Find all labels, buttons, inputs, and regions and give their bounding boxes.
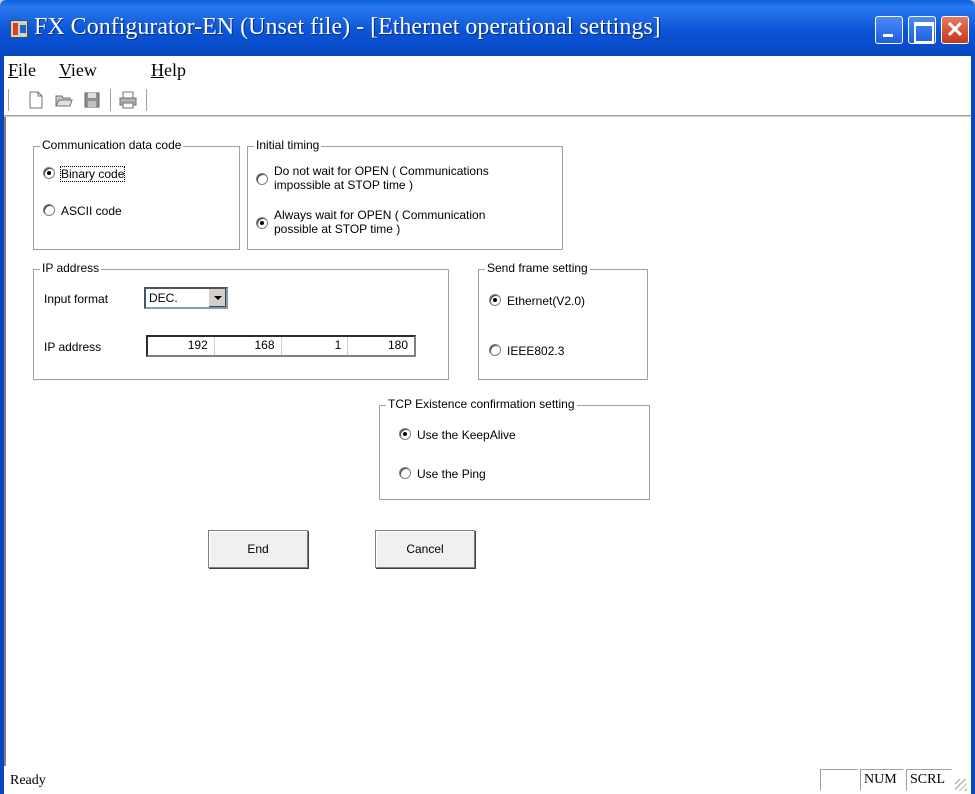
- menu-help[interactable]: Help: [151, 60, 186, 81]
- scroll-lock-indicator: SCRL: [906, 769, 952, 791]
- radio-button-icon: [43, 167, 55, 179]
- new-file-icon[interactable]: [26, 90, 46, 110]
- ieee8023-radio[interactable]: IEEE802.3: [489, 344, 564, 358]
- ip-octet-2[interactable]: 168: [215, 337, 282, 355]
- menu-help-mnemonic: H: [151, 60, 164, 80]
- num-lock-indicator: NUM: [860, 769, 904, 791]
- menu-file[interactable]: File: [8, 60, 36, 81]
- ethernet-v2-label: Ethernet(V2.0): [507, 294, 586, 308]
- resize-grip-icon[interactable]: [955, 779, 967, 791]
- status-text: Ready: [10, 773, 46, 788]
- open-folder-icon[interactable]: [54, 90, 74, 110]
- radio-button-icon: [256, 173, 268, 185]
- tcp-existence-label: TCP Existence confirmation setting: [386, 397, 577, 411]
- app-icon[interactable]: [10, 20, 28, 38]
- print-icon[interactable]: [118, 90, 138, 110]
- ip-address-group: IP address Input format DEC. IP address …: [33, 261, 449, 380]
- use-keepalive-radio[interactable]: Use the KeepAlive: [399, 428, 516, 442]
- ascii-code-radio[interactable]: ASCII code: [43, 204, 122, 218]
- do-not-wait-line-2: impossible at STOP time ): [274, 178, 413, 192]
- ip-octet-4[interactable]: 180: [348, 337, 414, 355]
- always-wait-for-open-radio[interactable]: Always wait for OPEN ( Communication pos…: [256, 208, 485, 236]
- ascii-code-label: ASCII code: [61, 204, 122, 218]
- communication-data-code-group: Communication data code Binary code ASCI…: [33, 138, 240, 250]
- always-wait-line-2: possible at STOP time ): [274, 222, 401, 236]
- toolbar: [4, 84, 971, 116]
- end-button[interactable]: End: [208, 530, 308, 568]
- ip-address-field[interactable]: 192 168 1 180: [146, 335, 416, 357]
- radio-button-icon: [489, 344, 501, 356]
- send-frame-setting-group: Send frame setting Ethernet(V2.0) IEEE80…: [478, 261, 648, 380]
- ip-octet-1[interactable]: 192: [148, 337, 215, 355]
- do-not-wait-line-1: Do not wait for OPEN ( Communications: [274, 164, 489, 178]
- binary-code-label: Binary code: [59, 166, 126, 182]
- do-not-wait-for-open-radio[interactable]: Do not wait for OPEN ( Communications im…: [256, 164, 489, 192]
- binary-code-radio[interactable]: Binary code: [43, 166, 126, 182]
- cancel-button[interactable]: Cancel: [375, 530, 475, 568]
- settings-panel: Communication data code Binary code ASCI…: [4, 117, 971, 766]
- minimize-button[interactable]: [875, 16, 903, 44]
- close-button[interactable]: ✕: [941, 16, 969, 44]
- ethernet-v2-radio[interactable]: Ethernet(V2.0): [489, 294, 585, 308]
- status-bar: Ready NUM SCRL: [4, 766, 971, 794]
- radio-button-icon: [399, 428, 411, 440]
- menu-view[interactable]: View: [59, 60, 97, 81]
- use-ping-label: Use the Ping: [417, 467, 486, 481]
- menu-bar: File View Help: [4, 56, 971, 84]
- communication-data-code-label: Communication data code: [40, 138, 184, 152]
- use-ping-radio[interactable]: Use the Ping: [399, 467, 486, 481]
- menu-view-label: iew: [70, 60, 97, 80]
- menu-file-mnemonic: F: [8, 60, 19, 80]
- input-format-select[interactable]: DEC.: [144, 287, 228, 309]
- save-disk-icon[interactable]: [82, 90, 102, 110]
- always-wait-for-open-label: Always wait for OPEN ( Communication pos…: [274, 208, 485, 236]
- do-not-wait-for-open-label: Do not wait for OPEN ( Communications im…: [274, 164, 489, 192]
- ip-address-field-label: IP address: [44, 340, 102, 354]
- always-wait-line-1: Always wait for OPEN ( Communication: [274, 208, 486, 222]
- maximize-button[interactable]: [908, 16, 936, 44]
- radio-button-icon: [256, 217, 268, 229]
- toolbar-separator: [8, 89, 10, 111]
- menu-file-label: ile: [18, 60, 37, 80]
- radio-button-icon: [399, 467, 411, 479]
- chevron-down-icon[interactable]: [208, 289, 226, 307]
- use-keepalive-label: Use the KeepAlive: [417, 428, 516, 442]
- toolbar-separator: [146, 89, 148, 111]
- tcp-existence-group: TCP Existence confirmation setting Use t…: [379, 397, 650, 500]
- initial-timing-group: Initial timing Do not wait for OPEN ( Co…: [247, 138, 563, 250]
- title-bar[interactable]: FX Configurator-EN (Unset file) - [Ether…: [0, 0, 975, 56]
- menu-help-label: elp: [164, 60, 186, 80]
- ip-octet-3[interactable]: 1: [282, 337, 349, 355]
- input-format-label: Input format: [44, 292, 109, 306]
- ip-address-group-label: IP address: [40, 261, 102, 275]
- app-window: FX Configurator-EN (Unset file) - [Ether…: [0, 0, 975, 794]
- radio-button-icon: [43, 204, 55, 216]
- window-border-right: [971, 56, 975, 794]
- input-format-value: DEC.: [149, 291, 178, 305]
- send-frame-setting-label: Send frame setting: [485, 261, 590, 275]
- status-pane-blank: [820, 769, 858, 791]
- radio-button-icon: [489, 294, 501, 306]
- menu-view-mnemonic: V: [59, 60, 71, 80]
- ieee8023-label: IEEE802.3: [507, 344, 565, 358]
- initial-timing-label: Initial timing: [254, 138, 322, 152]
- toolbar-separator: [110, 89, 112, 111]
- window-title: FX Configurator-EN (Unset file) - [Ether…: [34, 14, 661, 40]
- close-icon: ✕: [945, 17, 965, 42]
